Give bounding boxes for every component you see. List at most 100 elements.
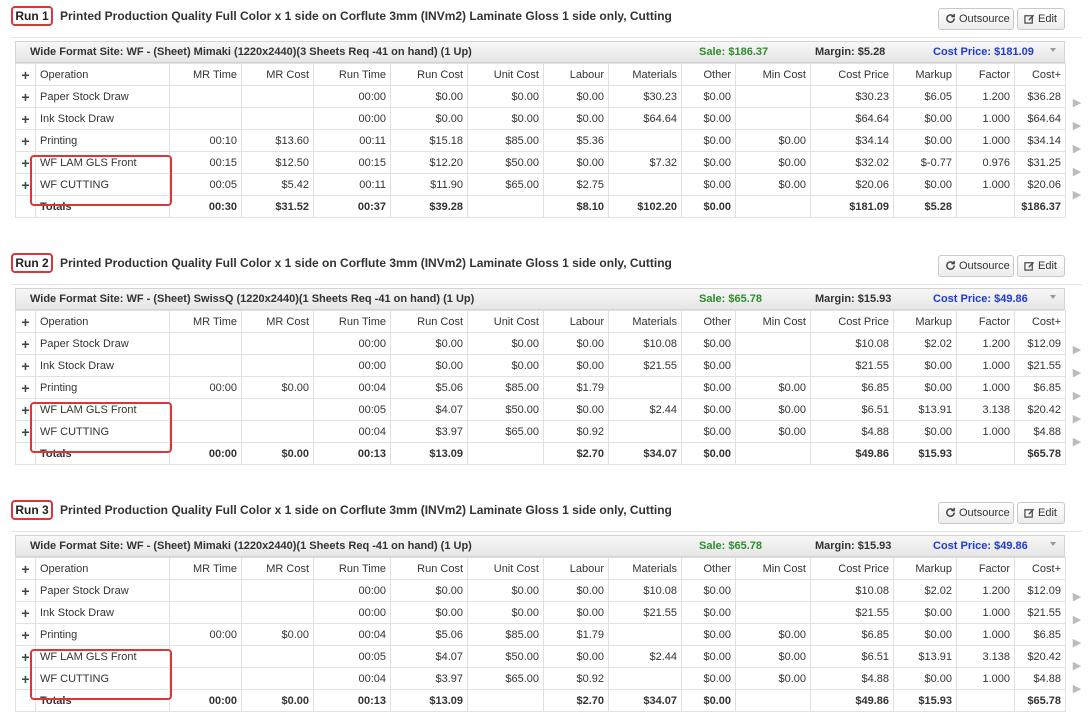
comment-icon[interactable]: ▶ (1069, 339, 1085, 362)
edit-label: Edit (1038, 260, 1057, 272)
expand-row-icon[interactable]: + (15, 129, 36, 152)
expand-row-icon[interactable]: + (15, 667, 36, 690)
comment-icon[interactable]: ▶ (1069, 609, 1085, 632)
totals-row: Totals 00:30 $31.52 00:37 $39.28 $8.10 $102.20… (15, 195, 1066, 218)
edit-button[interactable]: Edit (1017, 502, 1065, 524)
chevron-down-icon[interactable] (1050, 295, 1056, 299)
cell-value: $0.00 (681, 129, 736, 152)
cell-value: 00:00 (169, 376, 242, 399)
cell-value (608, 376, 682, 399)
cell-value: 00:00 (169, 623, 242, 646)
outsource-button[interactable]: Outsource (938, 8, 1014, 30)
expand-row-icon[interactable]: + (15, 354, 36, 377)
comment-icon[interactable]: ▶ (1069, 362, 1085, 385)
expand-row-icon[interactable]: + (15, 173, 36, 196)
cell-value: $0.00 (681, 579, 736, 602)
total-value: $15.93 (893, 442, 957, 465)
table-row[interactable]: + Paper Stock Draw 00:00 $0.00 $0.00 $0.00 $30… (15, 85, 1066, 108)
table-row[interactable]: + WF CUTTING 00:04 $3.97 $65.00 $0.92 $0.00 $0.… (15, 420, 1066, 443)
total-value (956, 689, 1015, 712)
outsource-button[interactable]: Outsource (938, 255, 1014, 277)
cell-value: 00:00 (313, 85, 391, 108)
comment-icon[interactable]: ▶ (1069, 115, 1085, 138)
comment-icon[interactable]: ▶ (1069, 138, 1085, 161)
comment-icon[interactable]: ▶ (1069, 678, 1085, 701)
total-value: $39.28 (390, 195, 468, 218)
cell-value: 00:11 (313, 173, 391, 196)
blank-cell (15, 442, 36, 465)
sale-value: Sale: $186.37 (699, 46, 769, 58)
expand-row-icon[interactable]: + (15, 398, 36, 421)
table-row[interactable]: + Ink Stock Draw 00:00 $0.00 $0.00 $0.00 $64.6… (15, 107, 1066, 130)
expand-row-icon[interactable]: + (15, 85, 36, 108)
table-row[interactable]: + WF CUTTING 00:05 $5.42 00:11 $11.90 $65.00 $2… (15, 173, 1066, 196)
expand-row-icon[interactable]: + (15, 332, 36, 355)
outsource-button[interactable]: Outsource (938, 502, 1014, 524)
edit-button[interactable]: Edit (1017, 255, 1065, 277)
run-header: Run 1 Printed Production Quality Full Co… (0, 4, 1085, 34)
table-row[interactable]: + WF LAM GLS Front 00:05 $4.07 $50.00 $0.00 $2… (15, 645, 1066, 668)
cell-value (169, 420, 242, 443)
expand-all-icon[interactable]: + (15, 310, 36, 333)
comment-icon[interactable]: ▶ (1069, 632, 1085, 655)
comment-icon[interactable]: ▶ (1069, 408, 1085, 431)
comment-icon[interactable]: ▶ (1069, 92, 1085, 115)
table-row[interactable]: + Ink Stock Draw 00:00 $0.00 $0.00 $0.00 $21.5… (15, 601, 1066, 624)
table-row[interactable]: + Paper Stock Draw 00:00 $0.00 $0.00 $0.00 $10… (15, 332, 1066, 355)
site-bar[interactable]: Wide Format Site: WF - (Sheet) SwissQ (1… (15, 288, 1065, 310)
chevron-down-icon[interactable] (1050, 48, 1056, 52)
cell-value: $0.00 (735, 398, 811, 421)
outsource-label: Outsource (959, 507, 1010, 519)
table-row[interactable]: + WF LAM GLS Front 00:05 $4.07 $50.00 $0.00 $2… (15, 398, 1066, 421)
total-value: $13.09 (390, 442, 468, 465)
table-row[interactable]: + WF LAM GLS Front 00:15 $12.50 00:15 $12.20 $… (15, 151, 1066, 174)
expand-row-icon[interactable]: + (15, 151, 36, 174)
expand-all-icon[interactable]: + (15, 63, 36, 86)
comment-icon[interactable]: ▶ (1069, 431, 1085, 454)
cell-value: 00:04 (313, 420, 391, 443)
expand-row-icon[interactable]: + (15, 420, 36, 443)
comment-icon[interactable]: ▶ (1069, 184, 1085, 207)
cell-value: $64.64 (608, 107, 682, 130)
cell-value: $4.88 (1014, 667, 1066, 690)
expand-row-icon[interactable]: + (15, 107, 36, 130)
cell-value: 3.138 (956, 398, 1015, 421)
expand-row-icon[interactable]: + (15, 579, 36, 602)
table-row[interactable]: + Ink Stock Draw 00:00 $0.00 $0.00 $0.00 $21.5… (15, 354, 1066, 377)
margin-value: Margin: $5.28 (815, 46, 886, 58)
total-value (467, 195, 544, 218)
site-bar[interactable]: Wide Format Site: WF - (Sheet) Mimaki (1… (15, 535, 1065, 557)
expand-row-icon[interactable]: + (15, 601, 36, 624)
expand-all-icon[interactable]: + (15, 557, 36, 580)
cell-value (735, 579, 811, 602)
cell-value: $12.20 (390, 151, 468, 174)
cell-value: $10.08 (608, 332, 682, 355)
cell-value: $0.00 (390, 85, 468, 108)
cell-value: $0.00 (241, 623, 314, 646)
column-header: Other (681, 310, 736, 333)
cell-value (241, 420, 314, 443)
table-row[interactable]: + Printing 00:00 $0.00 00:04 $5.06 $85.00 $1.79… (15, 623, 1066, 646)
table-row[interactable]: + Printing 00:10 $13.60 00:11 $15.18 $85.00 $5.… (15, 129, 1066, 152)
expand-row-icon[interactable]: + (15, 645, 36, 668)
site-bar[interactable]: Wide Format Site: WF - (Sheet) Mimaki (1… (15, 41, 1065, 63)
total-value: $0.00 (681, 689, 736, 712)
total-value: 00:13 (313, 442, 391, 465)
comment-icon[interactable]: ▶ (1069, 586, 1085, 609)
operation-name: Printing (35, 129, 170, 152)
edit-button[interactable]: Edit (1017, 8, 1065, 30)
expand-row-icon[interactable]: + (15, 623, 36, 646)
expand-row-icon[interactable]: + (15, 376, 36, 399)
comment-icon[interactable]: ▶ (1069, 161, 1085, 184)
comment-icon[interactable]: ▶ (1069, 385, 1085, 408)
total-value: 00:00 (169, 442, 242, 465)
chevron-down-icon[interactable] (1050, 542, 1056, 546)
cell-value (608, 173, 682, 196)
table-row[interactable]: + WF CUTTING 00:04 $3.97 $65.00 $0.92 $0.00 $0.… (15, 667, 1066, 690)
cell-value: $12.09 (1014, 332, 1066, 355)
cell-value: $0.00 (893, 354, 957, 377)
comment-icon[interactable]: ▶ (1069, 655, 1085, 678)
table-row[interactable]: + Paper Stock Draw 00:00 $0.00 $0.00 $0.00 $10… (15, 579, 1066, 602)
cell-value: $0.00 (681, 173, 736, 196)
table-row[interactable]: + Printing 00:00 $0.00 00:04 $5.06 $85.00 $1.79… (15, 376, 1066, 399)
